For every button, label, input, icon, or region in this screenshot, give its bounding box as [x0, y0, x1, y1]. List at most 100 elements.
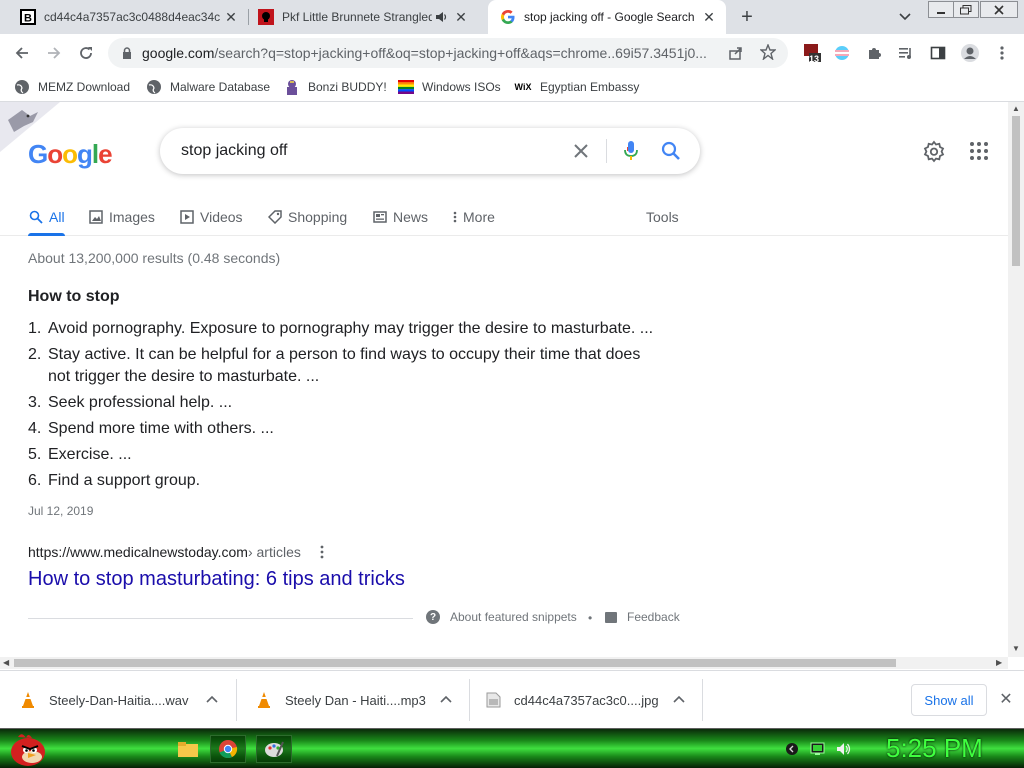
- close-icon[interactable]: ✕: [996, 689, 1016, 709]
- address-bar[interactable]: google.com/search?q=stop+jacking+off&oq=…: [108, 38, 788, 68]
- snippet-date: Jul 12, 2019: [28, 504, 94, 518]
- bookmarks-bar: MEMZ Download Malware Database Bonzi BUD…: [0, 72, 1024, 102]
- chrome-menu-icon[interactable]: [990, 41, 1014, 65]
- about-featured-snippets-link[interactable]: ? About featured snippets: [426, 610, 577, 624]
- trans-flag-extension-icon[interactable]: [830, 41, 854, 65]
- url-text[interactable]: google.com/search?q=stop+jacking+off&oq=…: [142, 45, 712, 61]
- feedback-link[interactable]: Feedback: [605, 610, 680, 624]
- bookmark-bonzi-buddy[interactable]: Bonzi BUDDY!: [284, 77, 387, 97]
- clear-search-icon[interactable]: [570, 140, 592, 162]
- restore-button[interactable]: [953, 1, 979, 18]
- side-panel-icon[interactable]: [926, 41, 950, 65]
- scroll-down-arrow-icon[interactable]: ▼: [1012, 644, 1020, 653]
- vertical-scrollbar[interactable]: ▲ ▼: [1008, 102, 1024, 657]
- microphone-icon[interactable]: [620, 139, 642, 163]
- more-vert-icon[interactable]: [317, 544, 327, 560]
- bookmark-malware-database[interactable]: Malware Database: [146, 77, 270, 97]
- file-explorer-icon[interactable]: [170, 735, 206, 763]
- bookmark-egyptian-embassy[interactable]: WiX Egyptian Embassy: [514, 77, 640, 97]
- search-nav-tabs: All Images Videos Shopping News More Too…: [0, 198, 1008, 236]
- volume-icon[interactable]: [834, 739, 854, 759]
- chevron-up-icon[interactable]: [673, 694, 685, 706]
- puzzle-extensions-icon[interactable]: [862, 41, 886, 65]
- share-icon[interactable]: [728, 45, 744, 66]
- tab-more[interactable]: More: [452, 202, 495, 232]
- step-number: 5.: [28, 446, 42, 463]
- scrollbar-thumb[interactable]: [14, 659, 896, 667]
- scroll-right-arrow-icon[interactable]: ▶: [996, 658, 1002, 667]
- tab-shopping[interactable]: Shopping: [267, 202, 347, 232]
- forward-arrow-icon[interactable]: [42, 41, 66, 65]
- profile-avatar-icon[interactable]: [958, 41, 982, 65]
- media-queue-icon[interactable]: [894, 41, 918, 65]
- featured-snippet-title: How to stop: [28, 288, 120, 305]
- tab-label: Videos: [200, 209, 243, 225]
- tab-images[interactable]: Images: [88, 202, 155, 232]
- close-tab-icon[interactable]: ✕: [698, 6, 720, 28]
- tab-google-search[interactable]: stop jacking off - Google Search ✕: [488, 0, 726, 34]
- gear-icon[interactable]: [922, 140, 946, 164]
- list-item: 4. Spend more time with others. ...: [28, 418, 668, 440]
- browser-toolbar: google.com/search?q=stop+jacking+off&oq=…: [0, 34, 1024, 72]
- download-item[interactable]: Steely-Dan-Haitia....wav: [0, 671, 236, 729]
- result-citation[interactable]: https://www.medicalnewstoday.com › artic…: [28, 544, 327, 560]
- back-arrow-icon[interactable]: [10, 41, 34, 65]
- result-title-link[interactable]: How to stop masturbating: 6 tips and tri…: [28, 568, 405, 591]
- scrollbar-thumb[interactable]: [1012, 116, 1020, 266]
- bookmark-memz[interactable]: MEMZ Download: [14, 77, 130, 97]
- list-item: 2. Stay active. It can be helpful for a p…: [28, 344, 668, 388]
- image-file-icon: [486, 692, 501, 708]
- search-box[interactable]: stop jacking off: [160, 128, 700, 174]
- minimize-button[interactable]: [928, 1, 954, 18]
- tab-video[interactable]: Pkf Little Brunnete Strangled ✕: [238, 0, 488, 34]
- download-filename: Steely Dan - Haiti....mp3: [285, 692, 426, 708]
- tab-label: All: [49, 209, 65, 225]
- lock-icon[interactable]: [120, 46, 134, 60]
- bookmark-star-icon[interactable]: [759, 43, 777, 65]
- step-text: Find a support group.: [48, 472, 201, 489]
- feedback-icon: [605, 611, 617, 623]
- scroll-up-arrow-icon[interactable]: ▲: [1012, 104, 1020, 113]
- new-tab-button[interactable]: +: [735, 5, 759, 29]
- search-input[interactable]: stop jacking off: [181, 142, 287, 160]
- taskbar-clock[interactable]: 5:25 PM: [886, 733, 983, 764]
- tab-image[interactable]: B cd44c4a7357ac3c0488d4eac34cc ✕: [0, 0, 248, 34]
- speaker-icon[interactable]: [432, 11, 450, 23]
- bookmark-windows-isos[interactable]: Windows ISOs: [398, 77, 501, 97]
- extension-shield-icon[interactable]: 13: [800, 41, 824, 65]
- google-logo[interactable]: Google: [28, 139, 113, 170]
- chevron-up-icon[interactable]: [206, 694, 218, 706]
- downloads-bar: Steely-Dan-Haitia....wav Steely Dan - Ha…: [0, 670, 1024, 728]
- search-icon[interactable]: [660, 139, 682, 163]
- angry-bird-start-icon[interactable]: [6, 729, 50, 768]
- tab-all[interactable]: All: [28, 202, 65, 232]
- network-icon[interactable]: [808, 739, 828, 759]
- tab-news[interactable]: News: [372, 202, 428, 232]
- tab-search-chevron-icon[interactable]: [893, 5, 917, 29]
- download-item[interactable]: cd44c4a7357ac3c0....jpg: [469, 671, 702, 729]
- chrome-taskbar-icon[interactable]: [210, 735, 246, 763]
- bonzi-icon: [284, 79, 300, 95]
- step-number: 3.: [28, 394, 42, 411]
- tab-videos[interactable]: Videos: [179, 202, 243, 232]
- snippet-divider: [28, 618, 413, 619]
- chevron-left-icon[interactable]: [782, 739, 802, 759]
- tab-label: Shopping: [288, 209, 348, 225]
- step-number: 1.: [28, 320, 42, 337]
- citation-url: https://www.medicalnewstoday.com: [28, 544, 248, 560]
- step-text: Seek professional help. ...: [48, 394, 233, 411]
- horizontal-scrollbar[interactable]: ◀ ▶: [0, 657, 1008, 669]
- show-all-downloads-button[interactable]: Show all: [911, 684, 987, 716]
- chevron-up-icon[interactable]: [440, 694, 452, 706]
- close-window-button[interactable]: [980, 1, 1018, 18]
- step-number: 6.: [28, 472, 42, 489]
- scroll-left-arrow-icon[interactable]: ◀: [3, 658, 9, 667]
- download-item[interactable]: Steely Dan - Haiti....mp3: [236, 671, 469, 729]
- close-tab-icon[interactable]: ✕: [450, 6, 472, 28]
- tools-button[interactable]: Tools: [646, 202, 679, 232]
- paint-taskbar-icon[interactable]: [256, 735, 292, 763]
- tag-icon: [267, 209, 283, 225]
- rainbow-flag-icon: [398, 79, 414, 95]
- reload-icon[interactable]: [74, 41, 98, 65]
- apps-grid-icon[interactable]: [969, 141, 993, 165]
